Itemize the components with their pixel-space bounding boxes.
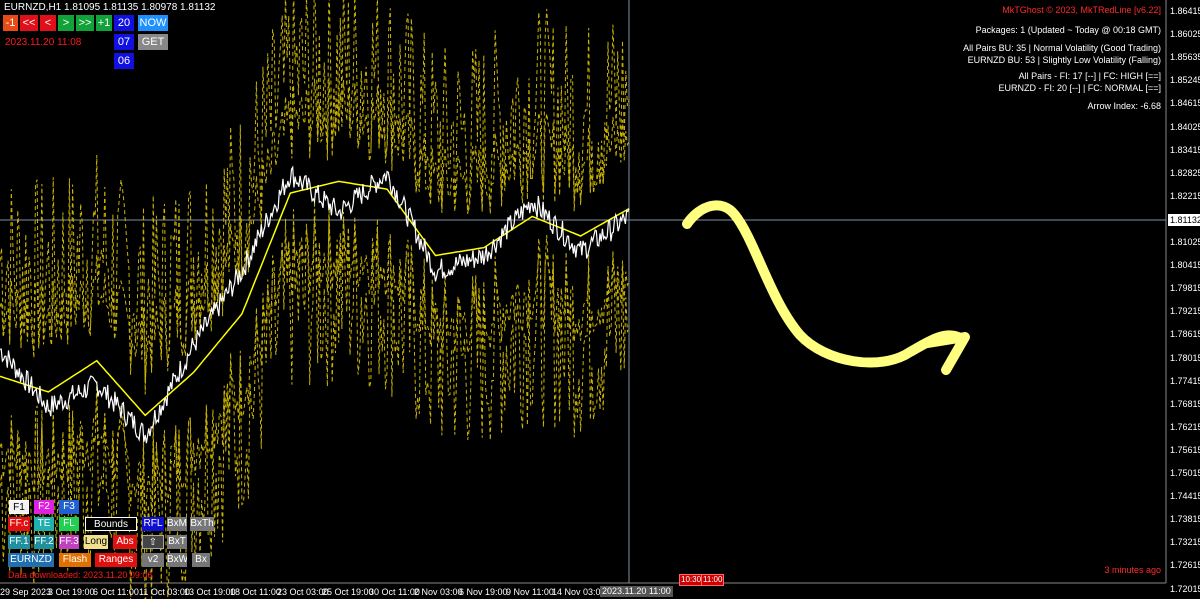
get-button[interactable]: GET: [138, 34, 168, 50]
rfl-button[interactable]: RFL: [142, 517, 164, 531]
v2-button[interactable]: v2: [142, 553, 164, 567]
time-tick-label: 30 Oct 11:00: [369, 587, 420, 597]
time-stamp-1: 10:30: [679, 574, 704, 586]
chart-frame: [0, 0, 1167, 584]
price-tick-label: 1.78015: [1170, 352, 1200, 363]
projection-arrow-annotation: [682, 200, 965, 368]
price-tick-label: 1.84615: [1170, 98, 1200, 109]
price-tick-label: 1.82825: [1170, 167, 1200, 178]
time-tick-label: 14 Nov 03:00: [552, 587, 606, 597]
bxm-button[interactable]: BxM: [167, 517, 187, 531]
bxt-button[interactable]: BxT: [167, 535, 187, 549]
up-arrow-button[interactable]: ⇧: [142, 535, 164, 549]
packages-text: Packages: 1 (Updated ~ Today @ 00:18 GMT…: [975, 25, 1161, 35]
current-time-label: 2023.11.20 11:00: [600, 586, 673, 597]
symbol-title: EURNZD,H1 1.81095 1.81135 1.80978 1.8113…: [4, 2, 216, 13]
price-tick-label: 1.74415: [1170, 491, 1200, 502]
eurnzd-fi-text: EURNZD - FI: 20 [--] | FC: NORMAL [==]: [998, 83, 1161, 93]
projection-arrow-head: [923, 332, 970, 375]
price-tick-label: 1.86025: [1170, 29, 1200, 40]
time-tick-label: 13 Oct 19:00: [184, 587, 236, 597]
price-tick-label: 1.75015: [1170, 468, 1200, 478]
abs-button[interactable]: Abs: [113, 535, 137, 549]
price-tick-label: 1.83415: [1170, 144, 1200, 155]
bxth-button[interactable]: BxTh: [190, 517, 214, 531]
price-series-line: [0, 165, 630, 444]
nav-back-button[interactable]: <: [40, 15, 56, 31]
te-button[interactable]: TE: [34, 517, 54, 531]
price-tick-label: 1.84025: [1170, 121, 1200, 132]
hour-07-button[interactable]: 07: [114, 34, 134, 50]
price-tick-label: 1.86415: [1170, 6, 1200, 16]
credit-text: MkTGhost © 2023, MkTRedLine [v6.22]: [1002, 5, 1161, 15]
f3-button[interactable]: F3: [59, 500, 79, 514]
nav-fast-forward-button[interactable]: >>: [76, 15, 94, 31]
price-tick-label: 1.73815: [1170, 514, 1200, 525]
flash-button[interactable]: Flash: [59, 553, 91, 567]
long-button[interactable]: Long: [84, 535, 108, 549]
time-stamp-2: 11:00: [701, 574, 725, 586]
price-line: [0, 165, 630, 444]
current-price-label: 1.81132: [1168, 214, 1200, 226]
price-tick-label: 1.76215: [1170, 421, 1200, 432]
price-tick-label: 1.82215: [1170, 190, 1200, 201]
price-tick-label: 1.77415: [1170, 375, 1200, 386]
nav-fast-back-button[interactable]: <<: [20, 15, 38, 31]
price-tick-label: 1.79215: [1170, 306, 1200, 317]
time-tick-label: 3 Oct 19:00: [48, 587, 95, 597]
time-tick-label: 2 Nov 03:00: [414, 587, 463, 597]
time-tick-label: 6 Oct 11:00: [93, 587, 139, 597]
price-tick-label: 1.73215: [1170, 537, 1200, 548]
ranges-button[interactable]: Ranges: [95, 553, 137, 567]
all-pairs-fi-text: All Pairs - FI: 17 [--] | FC: HIGH [==]: [1018, 71, 1161, 81]
bx-button[interactable]: Bx: [192, 553, 210, 567]
bounds-button[interactable]: Bounds: [85, 517, 137, 531]
ff1-button[interactable]: FF.1: [8, 535, 30, 549]
time-tick-label: 6 Nov 19:00: [459, 587, 508, 597]
price-tick-label: 1.72015: [1170, 583, 1200, 594]
price-tick-label: 1.85245: [1170, 75, 1200, 86]
price-tick-label: 1.72615: [1170, 560, 1200, 571]
eurnzd-button[interactable]: EURNZD: [8, 553, 54, 567]
price-tick-label: 1.76815: [1170, 398, 1200, 409]
price-tick-label: 1.81025: [1170, 237, 1200, 247]
price-tick-label: 1.80415: [1170, 260, 1200, 271]
nav-minus-1-button[interactable]: -1: [3, 15, 18, 31]
data-downloaded-label: Data downloaded: 2023.11.20 09:06: [8, 570, 153, 580]
nav-forward-button[interactable]: >: [58, 15, 74, 31]
last-update-text: 3 minutes ago: [1104, 565, 1161, 575]
envelope-bands: [0, 0, 630, 599]
hour-06-button[interactable]: 06: [114, 53, 134, 69]
now-button[interactable]: NOW: [138, 15, 168, 31]
ff2-button[interactable]: FF.2: [34, 535, 54, 549]
time-tick-label: 18 Oct 11:00: [230, 587, 281, 597]
price-tick-label: 1.79815: [1170, 283, 1200, 294]
price-tick-label: 1.75615: [1170, 444, 1200, 455]
envelope-band-line: [0, 77, 630, 384]
chart-date-label: 2023.11.20 11:08: [5, 37, 82, 48]
all-pairs-bu-text: All Pairs BU: 35 | Normal Volatility (Go…: [963, 43, 1161, 53]
ff3-button[interactable]: FF.3: [59, 535, 79, 549]
f2-button[interactable]: F2: [34, 500, 54, 514]
f1-button[interactable]: F1: [9, 500, 29, 514]
ffc-button[interactable]: FF.c: [8, 517, 30, 531]
eurnzd-bu-text: EURNZD BU: 53 | Slightly Low Volatility …: [967, 55, 1161, 65]
time-tick-label: 11 Oct 03:00: [139, 587, 190, 597]
time-tick-label: 25 Oct 19:00: [322, 587, 374, 597]
hour-20-button[interactable]: 20: [114, 15, 134, 31]
time-tick-label: 23 Oct 03:00: [277, 587, 329, 597]
time-tick-label: 29 Sep 2023: [0, 587, 52, 597]
bxw-button[interactable]: BxW: [167, 553, 187, 567]
fl-button[interactable]: FL: [59, 517, 79, 531]
price-tick-label: 1.85635: [1170, 52, 1200, 63]
arrow-index-text: Arrow Index: -6.68: [1087, 101, 1161, 111]
price-tick-label: 1.78615: [1170, 329, 1200, 340]
time-tick-label: 9 Nov 11:00: [506, 587, 554, 597]
nav-plus-1-button[interactable]: +1: [96, 15, 112, 31]
envelope-band-line: [0, 218, 630, 525]
